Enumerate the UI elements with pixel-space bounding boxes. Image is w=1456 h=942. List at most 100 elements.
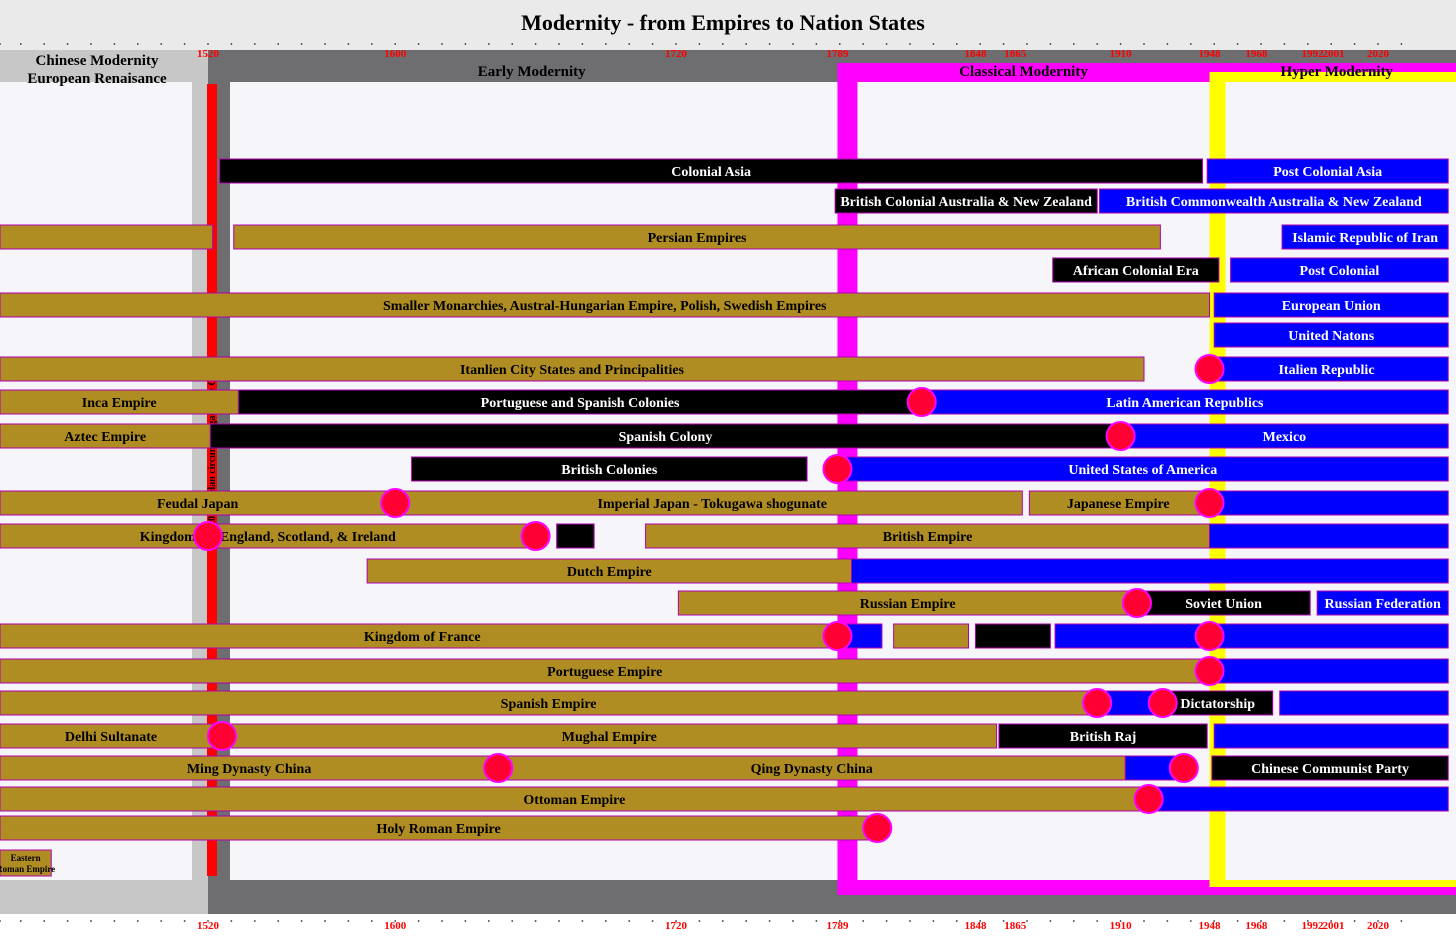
axis-tick-dot-top [698, 43, 701, 45]
bar-colonial-14-3 [975, 623, 1051, 649]
axis-label-top-1848: 1848 [965, 48, 988, 60]
axis-label-top-1948: 1948 [1199, 48, 1222, 60]
axis-tick-dot-top [745, 43, 748, 45]
transition-marker-4 [380, 488, 411, 518]
bar-label-0-0: Colonial Asia [671, 165, 751, 180]
axis-tick-dot-top [160, 43, 163, 45]
transition-marker-15 [483, 753, 514, 783]
axis-tick-dot-bottom [113, 920, 116, 922]
axis-tick-dot-top [370, 43, 373, 45]
transition-marker-2 [1105, 421, 1136, 451]
axis-tick-dot-top [651, 43, 654, 45]
timeline-chart: Modernity - from Empires to Nation State… [0, 0, 1456, 932]
transition-marker-18 [862, 813, 893, 843]
bar-label-13-0: Russian Empire [860, 597, 956, 612]
bar-label-6-0: Itanlien City States and Principalities [460, 363, 685, 378]
bar-label-10-2: Japanese Empire [1067, 497, 1170, 512]
transition-marker-1 [906, 387, 937, 417]
axis-tick-dot-bottom [253, 920, 256, 922]
bar-label-9-0: British Colonies [561, 463, 658, 478]
axis-tick-dot-bottom [487, 920, 490, 922]
axis-tick-dot-bottom [1400, 920, 1403, 922]
axis-label-bottom-2020: 2020 [1367, 920, 1390, 932]
axis-tick-dot-top [862, 43, 865, 45]
axis-tick-dot-top [464, 43, 467, 45]
transition-marker-12 [1082, 688, 1113, 718]
bar-label-11-0: Kingdoms of England, Scotland, & Ireland [140, 530, 396, 545]
transition-marker-5 [1194, 488, 1225, 518]
era-label-classical-modernity: Classical Modernity [959, 64, 1088, 80]
bar-label-19-0: Ottoman Empire [523, 793, 625, 808]
bar-label-13-1: Soviet Union [1185, 597, 1262, 612]
axis-tick-dot-bottom [768, 920, 771, 922]
axis-label-bottom-2001: 2001 [1323, 920, 1345, 932]
axis-tick-dot-bottom [885, 920, 888, 922]
transition-marker-14 [207, 721, 238, 751]
transition-marker-0 [1194, 354, 1225, 384]
axis-tick-dot-top [136, 43, 139, 45]
axis-tick-dot-top [253, 43, 256, 45]
axis-tick-dot-bottom [1166, 920, 1169, 922]
axis-tick-dot-top [90, 43, 92, 45]
bar-label-5-0: United Natons [1288, 329, 1375, 344]
axis-tick-dot-top [43, 43, 46, 45]
axis-tick-dot-bottom [815, 920, 818, 922]
axis-tick-dot-bottom [1236, 920, 1239, 922]
transition-marker-17 [1133, 784, 1164, 814]
bar-label-11-2: British Empire [883, 530, 973, 545]
bar-label-0-1: Post Colonial Asia [1273, 165, 1382, 180]
transition-marker-6 [193, 521, 223, 551]
chart-title: Modernity - from Empires to Nation State… [521, 10, 925, 35]
bar-nation_state-16-3 [1279, 690, 1449, 716]
axis-tick-dot-top [675, 43, 677, 45]
bar-nation_state-17-3 [1213, 723, 1449, 749]
transition-marker-16 [1168, 753, 1199, 783]
transition-marker-10 [1194, 621, 1225, 651]
axis-tick-dot-top [721, 43, 724, 45]
axis-tick-dot-top [628, 43, 631, 45]
bar-empire-14-2 [893, 623, 969, 649]
axis-tick-dot-bottom [909, 920, 911, 922]
bar-nation_state-14-5 [1209, 623, 1449, 649]
axis-tick-dot-top [581, 43, 584, 45]
axis-tick-dot-top [1306, 43, 1309, 45]
bar-label-4-1: European Union [1282, 299, 1381, 314]
bar-label-17-2: British Raj [1070, 730, 1137, 745]
bar-label-18-1: Qing Dynasty China [751, 762, 873, 777]
axis-tick-dot-bottom [558, 920, 560, 922]
axis-tick-dot-top [1400, 43, 1403, 45]
axis-tick-dot-top [347, 43, 350, 45]
axis-tick-dot-bottom [19, 920, 22, 922]
axis-tick-dot-top [487, 43, 490, 45]
axis-label-top-1720: 1720 [665, 48, 688, 60]
axis-tick-dot-top [1330, 43, 1333, 45]
bar-label-8-2: Mexico [1263, 430, 1307, 445]
axis-tick-dot-bottom [651, 920, 654, 922]
axis-label-bottom-1789: 1789 [826, 920, 849, 932]
axis-tick-dot-top [441, 43, 443, 45]
axis-tick-dot-bottom [347, 920, 350, 922]
axis-label-bottom-1948: 1948 [1199, 920, 1222, 932]
axis-tick-dot-top [1213, 43, 1216, 45]
bar-label-6-1: Italien Republic [1278, 363, 1374, 378]
bar-label-3-1: Post Colonial [1300, 264, 1380, 279]
axis-tick-dot-bottom [1072, 920, 1075, 922]
axis-tick-dot-top [1283, 43, 1286, 45]
era-label-european-renaisance: European Renaisance [27, 71, 167, 87]
axis-tick-dot-bottom [534, 920, 537, 922]
bar-label-10-0: Feudal Japan [157, 497, 239, 512]
bar-label-18-3: Chinese Communist Party [1251, 762, 1409, 777]
era-label-early-modernity: Early Modernity [478, 64, 586, 80]
axis-tick-dot-bottom [90, 920, 92, 922]
bar-label-12-0: Dutch Empire [567, 565, 652, 580]
axis-tick-dot-top [1377, 43, 1379, 45]
bar-label-7-2: Latin American Republics [1106, 396, 1264, 411]
axis-tick-dot-bottom [230, 920, 233, 922]
axis-label-top-1910: 1910 [1110, 48, 1133, 60]
bar-label-10-1: Imperial Japan - Tokugawa shogunate [598, 497, 828, 512]
axis-label-top-1520: 1520 [197, 48, 220, 60]
axis-label-bottom-1848: 1848 [965, 920, 988, 932]
axis-tick-dot-top [324, 43, 326, 45]
axis-tick-dot-bottom [628, 920, 631, 922]
bar-nation_state-10-3 [1209, 490, 1449, 516]
